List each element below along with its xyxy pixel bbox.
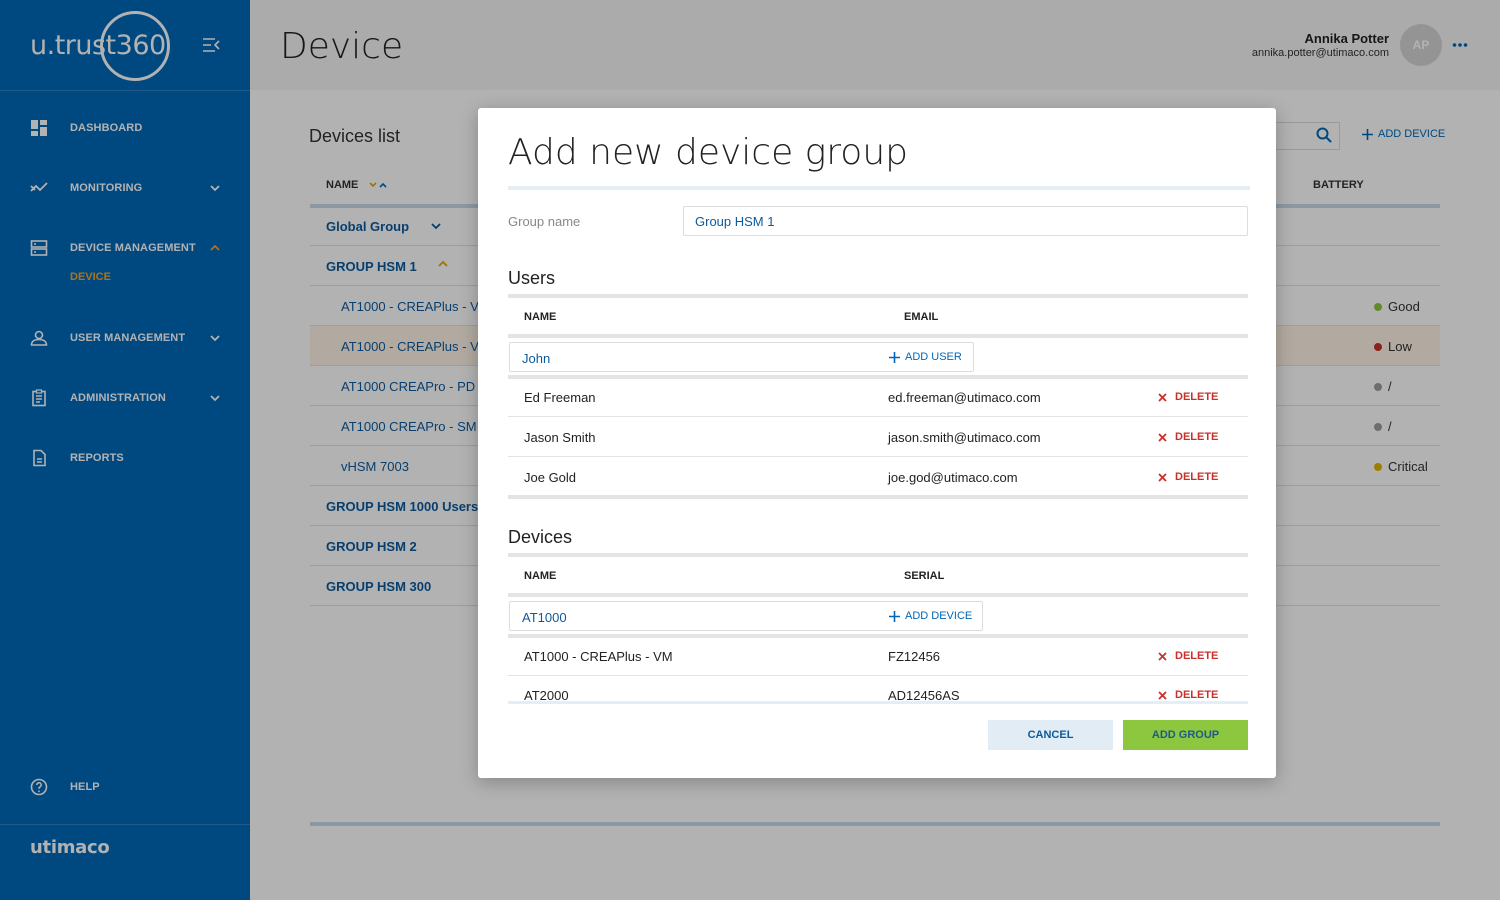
user-row: Ed Freeman ed.freeman@utimaco.com DELETE (508, 377, 1248, 417)
devices-section-title: Devices (508, 527, 573, 547)
close-icon (1158, 690, 1167, 700)
device-row: AT2000 AD12456AS DELETE (508, 675, 1248, 701)
users-col-email: EMAIL (904, 311, 939, 323)
divider (508, 334, 1248, 338)
divider (508, 553, 1248, 557)
delete-device-button[interactable]: DELETE (1158, 650, 1218, 662)
divider (508, 294, 1248, 298)
add-user-input[interactable]: John ADD USER (509, 342, 974, 372)
add-user-button[interactable]: ADD USER (889, 351, 962, 363)
user-row: Joe Gold joe.god@utimaco.com DELETE (508, 457, 1248, 497)
device-serial-cell: FZ12456 (888, 649, 941, 664)
delete-user-button[interactable]: DELETE (1158, 431, 1218, 443)
add-device-input[interactable]: AT1000 ADD DEVICE (509, 601, 983, 631)
user-name-cell: Jason Smith (524, 430, 596, 445)
group-name-input[interactable] (683, 206, 1248, 236)
devices-col-serial: SERIAL (904, 570, 945, 582)
cancel-button[interactable]: CANCEL (988, 720, 1113, 750)
add-device-group-dialog: Add new device group Group name Users NA… (478, 108, 1276, 778)
scroll-edge (508, 701, 1248, 704)
add-device-to-group-button[interactable]: ADD DEVICE (889, 610, 972, 622)
devices-col-name: NAME (524, 570, 557, 582)
user-name-cell: Ed Freeman (524, 390, 596, 405)
dialog-title: Add new device group (508, 132, 908, 173)
users-section-title: Users (508, 268, 556, 288)
delete-user-button[interactable]: DELETE (1158, 391, 1218, 403)
user-name-cell: Joe Gold (524, 470, 577, 485)
group-name-label: Group name (508, 214, 581, 229)
plus-icon (889, 610, 900, 622)
device-name-cell: AT2000 (524, 688, 569, 701)
add-user-label: ADD USER (905, 351, 962, 363)
plus-icon (889, 351, 900, 363)
user-row: Jason Smith jason.smith@utimaco.com DELE… (508, 417, 1248, 457)
add-device-label: ADD DEVICE (905, 610, 973, 622)
delete-device-button[interactable]: DELETE (1158, 689, 1218, 701)
close-icon (1158, 472, 1167, 482)
device-serial-cell: AD12456AS (888, 688, 960, 701)
user-email-cell: jason.smith@utimaco.com (888, 430, 1041, 445)
close-icon (1158, 392, 1167, 402)
device-row: AT1000 - CREAPlus - VM FZ12456 DELETE (508, 636, 1248, 676)
user-email-cell: ed.freeman@utimaco.com (888, 390, 1041, 405)
device-name-cell: AT1000 - CREAPlus - VM (524, 649, 673, 664)
user-email-cell: joe.god@utimaco.com (888, 470, 1018, 485)
add-group-button[interactable]: ADD GROUP (1123, 720, 1248, 750)
divider (508, 495, 1248, 499)
close-icon (1158, 432, 1167, 442)
divider (508, 186, 1250, 190)
users-col-name: NAME (524, 311, 557, 323)
user-search-value: John (522, 351, 551, 366)
close-icon (1158, 651, 1167, 661)
delete-user-button[interactable]: DELETE (1158, 471, 1218, 483)
divider (508, 593, 1248, 597)
device-search-value: AT1000 (522, 610, 567, 625)
